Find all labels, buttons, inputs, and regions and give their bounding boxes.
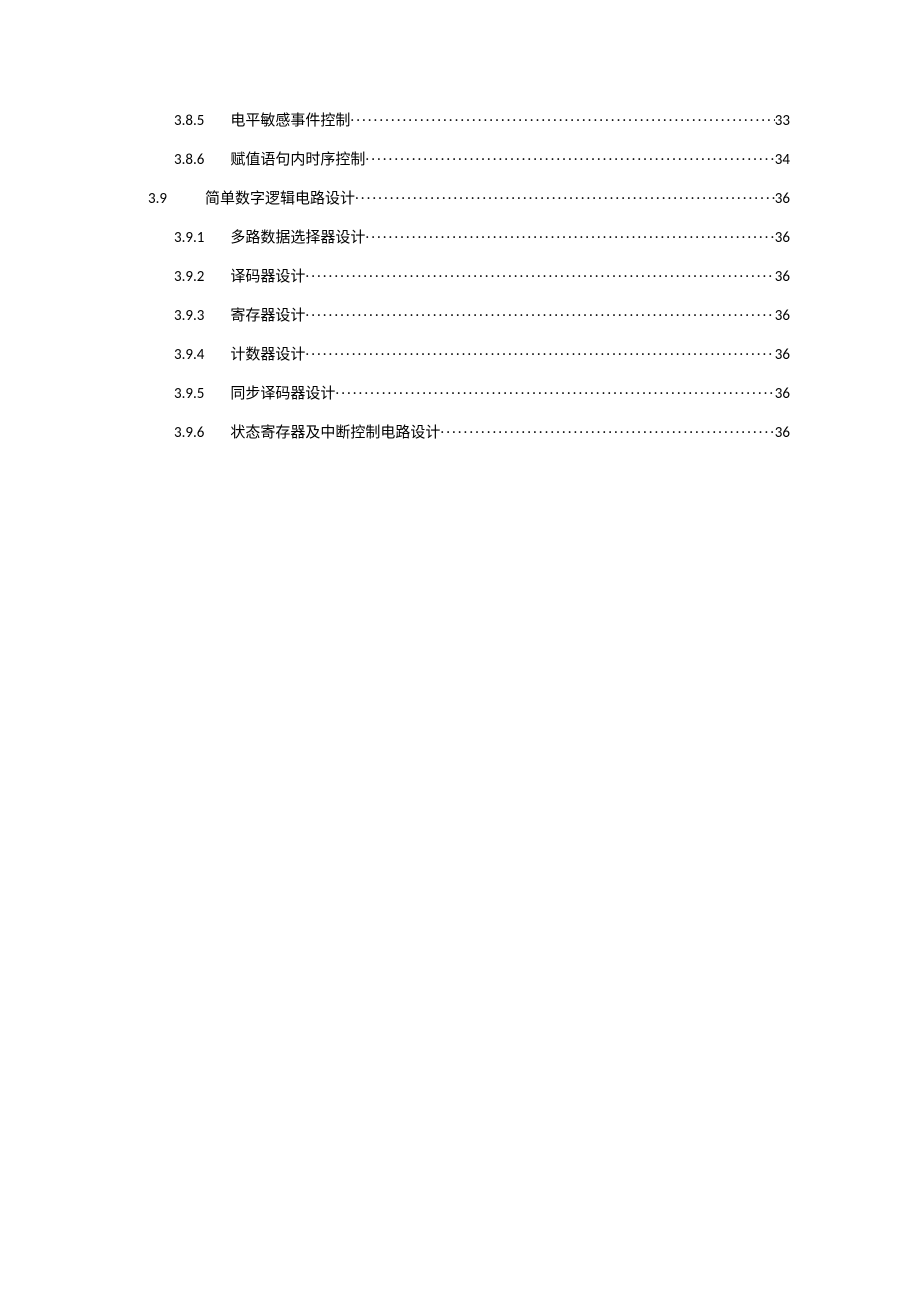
toc-entry-number: 3.9.1: [174, 231, 204, 246]
toc-entry: 3.9.6 状态寄存器及中断控制电路设计 36: [130, 422, 790, 441]
toc-entry-leader: [305, 305, 774, 320]
toc-entry-title: 赋值语句内时序控制: [230, 153, 365, 168]
toc-entry-page: 36: [775, 309, 790, 324]
toc-entry-number: 3.8.6: [174, 153, 204, 168]
toc-entry-leader: [350, 110, 774, 125]
toc-entry-page: 36: [775, 270, 790, 285]
toc-entry-leader: [355, 188, 775, 203]
toc-entry: 3.8.5 电平敏感事件控制 33: [130, 110, 790, 129]
toc-entry: 3.9.4 计数器设计 36: [130, 344, 790, 363]
toc-entry-page: 36: [775, 231, 790, 246]
toc-entry-title: 状态寄存器及中断控制电路设计: [230, 426, 440, 441]
toc-entry-leader: [305, 266, 774, 281]
toc-entry-page: 36: [775, 192, 790, 207]
toc-entry-page: 34: [775, 153, 790, 168]
toc-entry-title: 寄存器设计: [230, 309, 305, 324]
toc-entry-title: 译码器设计: [230, 270, 305, 285]
toc-entry: 3.9.2 译码器设计 36: [130, 266, 790, 285]
toc-entry-number: 3.9.2: [174, 270, 204, 285]
toc-entry-number: 3.9.5: [174, 387, 204, 402]
toc-entry: 3.8.6 赋值语句内时序控制 34: [130, 149, 790, 168]
toc-entry-title: 同步译码器设计: [230, 387, 335, 402]
document-page: 3.8.5 电平敏感事件控制 33 3.8.6 赋值语句内时序控制 34 3.9…: [0, 0, 920, 1302]
toc-entry-number: 3.9.3: [174, 309, 204, 324]
toc-entry-title: 电平敏感事件控制: [230, 114, 350, 129]
toc-entry-leader: [305, 344, 774, 359]
toc-entry-title: 多路数据选择器设计: [230, 231, 365, 246]
toc-entry-page: 33: [775, 114, 790, 129]
toc-entry-leader: [365, 227, 774, 242]
toc-entry-number: 3.8.5: [174, 114, 204, 129]
toc-entry-number: 3.9: [148, 192, 167, 207]
toc-entry: 3.9 简单数字逻辑电路设计 36: [130, 188, 790, 207]
toc-entry-title: 简单数字逻辑电路设计: [205, 192, 355, 207]
toc-entry-leader: [440, 422, 774, 437]
toc-entry-title: 计数器设计: [230, 348, 305, 363]
toc-entry-leader: [335, 383, 774, 398]
toc-entry-number: 3.9.4: [174, 348, 204, 363]
toc-entry: 3.9.3 寄存器设计 36: [130, 305, 790, 324]
toc-entry-leader: [365, 149, 774, 164]
toc-entry-page: 36: [775, 387, 790, 402]
toc-entry: 3.9.1 多路数据选择器设计 36: [130, 227, 790, 246]
toc-entry: 3.9.5 同步译码器设计 36: [130, 383, 790, 402]
toc-entry-page: 36: [775, 426, 790, 441]
toc-entry-page: 36: [775, 348, 790, 363]
toc-entry-number: 3.9.6: [174, 426, 204, 441]
